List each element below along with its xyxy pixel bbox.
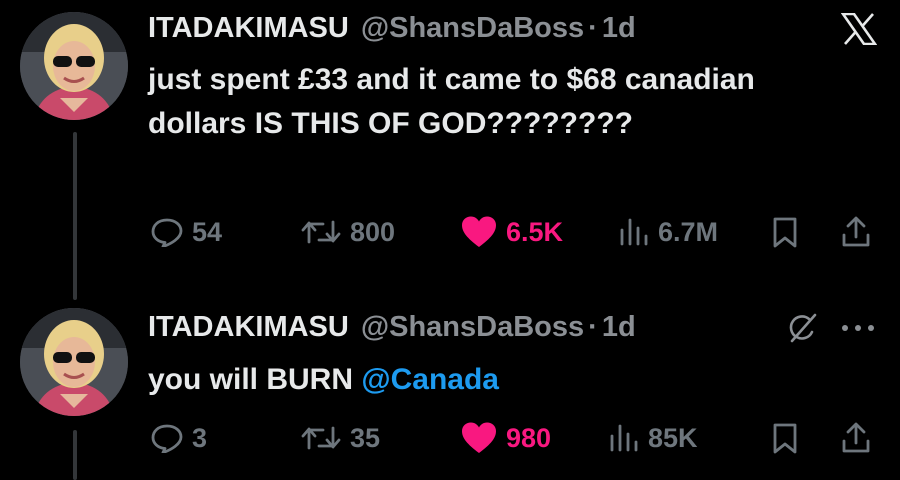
- more-icon[interactable]: [836, 310, 880, 346]
- tweet-text: just spent £33 and it came to $68 canadi…: [148, 63, 755, 140]
- reply-icon: [151, 218, 183, 247]
- heart-icon: [462, 216, 496, 247]
- thread-line: [73, 430, 77, 480]
- share-icon: [842, 422, 870, 453]
- separator-dot: ·: [588, 11, 598, 44]
- tweet-actions: 3 35 980 85K: [150, 418, 870, 458]
- view-count: 85K: [648, 422, 698, 453]
- heart-icon: [462, 422, 496, 453]
- reply-button[interactable]: 54: [150, 212, 222, 252]
- like-count: 980: [506, 422, 552, 453]
- grok-icon[interactable]: [782, 310, 822, 346]
- separator-dot: ·: [588, 310, 598, 343]
- bookmark-icon: [773, 217, 797, 248]
- retweet-button[interactable]: 35: [300, 418, 380, 458]
- share-button[interactable]: [840, 212, 880, 252]
- avatar[interactable]: [20, 308, 128, 416]
- like-button[interactable]: 6.5K: [460, 212, 563, 252]
- reply-count: 3: [192, 422, 208, 453]
- tweet-actions: 54 800 6.5K 6.7M: [150, 212, 870, 252]
- user-handle[interactable]: @ShansDaBoss: [361, 12, 584, 45]
- retweet-count: 35: [350, 422, 381, 453]
- views-icon: [620, 218, 648, 246]
- retweet-icon: [301, 220, 341, 244]
- like-count: 6.5K: [506, 216, 564, 247]
- view-count: 6.7M: [658, 216, 719, 247]
- share-icon: [842, 216, 870, 247]
- thread-line: [73, 132, 77, 300]
- views-icon: [610, 424, 638, 452]
- bookmark-icon: [773, 423, 797, 454]
- retweet-count: 800: [350, 216, 396, 247]
- display-name[interactable]: ITADAKIMASU: [148, 311, 349, 344]
- tweet-header: ITADAKIMASU @ShansDaBoss · 1d: [148, 8, 636, 48]
- reply-button[interactable]: 3: [150, 418, 207, 458]
- user-handle[interactable]: @ShansDaBoss: [361, 311, 584, 344]
- like-button[interactable]: 980: [460, 418, 551, 458]
- bookmark-button[interactable]: [770, 212, 808, 252]
- retweet-button[interactable]: 800: [300, 212, 395, 252]
- views-button[interactable]: 85K: [608, 418, 698, 458]
- mention-link[interactable]: @Canada: [361, 363, 499, 396]
- views-button[interactable]: 6.7M: [618, 212, 718, 252]
- reply-count: 54: [192, 216, 223, 247]
- bookmark-button[interactable]: [770, 418, 808, 458]
- reply-icon: [151, 424, 183, 453]
- retweet-icon: [301, 426, 341, 450]
- timestamp[interactable]: 1d: [602, 12, 636, 45]
- tweet-text-body: you will BURN: [148, 363, 362, 396]
- avatar[interactable]: [20, 12, 128, 120]
- share-button[interactable]: [840, 418, 880, 458]
- timestamp[interactable]: 1d: [602, 311, 636, 344]
- display-name[interactable]: ITADAKIMASU: [148, 12, 349, 45]
- x-logo-icon[interactable]: [838, 10, 880, 48]
- tweet-text: you will BURN @Canada: [148, 358, 788, 402]
- tweet-header: ITADAKIMASU @ShansDaBoss · 1d: [148, 307, 636, 347]
